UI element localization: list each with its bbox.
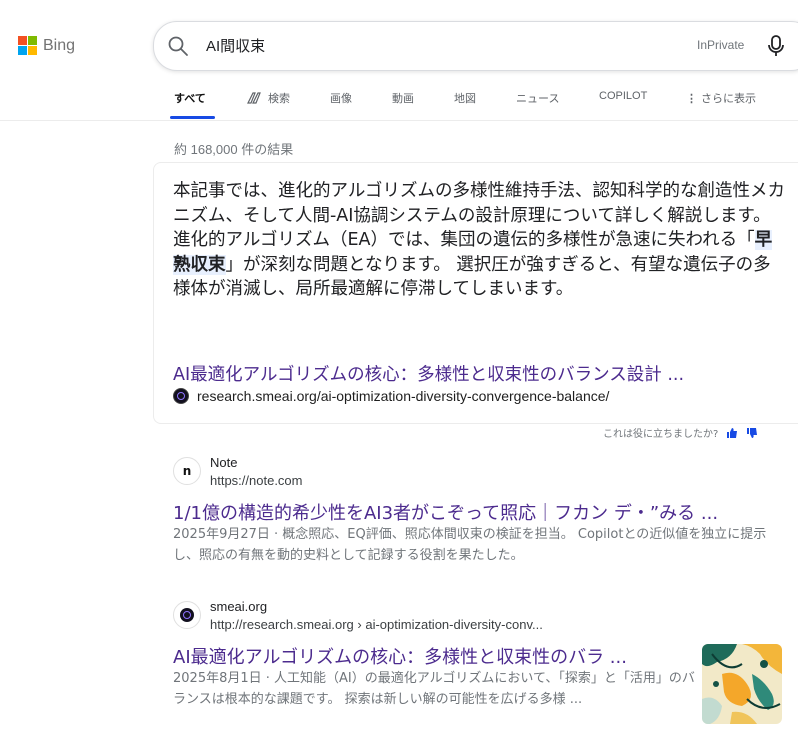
inprivate-badge: InPrivate (697, 38, 745, 52)
result-url[interactable]: http://research.smeai.org › ai-optimizat… (210, 617, 543, 632)
result-title-link[interactable]: 1/1億の構造的希少性をAI3者がこぞって照応｜フカン デ・”みる ... (173, 499, 718, 525)
search-input[interactable]: AI間収束 (206, 35, 265, 56)
feedback-row: これは役に立ちましたか? (603, 425, 758, 440)
tabs-divider (0, 120, 798, 121)
result-site-name: smeai.org (210, 599, 268, 614)
thumbs-down-icon[interactable] (746, 427, 758, 439)
tab-more[interactable]: ⋮ さらに表示 (686, 90, 756, 106)
result-url[interactable]: https://note.com (210, 473, 303, 488)
tab-all[interactable]: すべて (174, 90, 206, 106)
bing-logo[interactable]: Bing (18, 36, 75, 55)
result-snippet: 2025年9月27日 · 概念照応、EQ評価、照応体間収束の検証を担当。 Cop… (173, 527, 767, 563)
result-count: 約 168,000 件の結果 (174, 142, 294, 157)
search-box[interactable]: AI間収束 InPrivate (153, 21, 798, 71)
answer-source-link[interactable]: AI最適化アルゴリズムの核心：多様性と収束性のバランス設計 ... (173, 361, 684, 386)
tab-maps[interactable]: 地図 (454, 90, 476, 106)
tab-copilot[interactable]: COPILOT (599, 90, 647, 102)
active-tab-indicator (170, 116, 215, 119)
result-thumbnail-image[interactable] (702, 644, 782, 724)
tab-videos[interactable]: 動画 (392, 90, 414, 106)
answer-card: 本記事では、進化的アルゴリズムの多様性維持手法、認知科学的な創造性メカニズム、そ… (153, 162, 798, 424)
microphone-icon[interactable] (766, 35, 786, 57)
search-icon[interactable] (166, 34, 190, 58)
tab-images[interactable]: 画像 (330, 90, 352, 106)
thumbs-up-icon[interactable] (726, 427, 738, 439)
smeai-favicon-icon (173, 388, 189, 404)
tab-search[interactable]: 検索 (246, 90, 290, 106)
copilot-search-icon (247, 92, 261, 104)
more-vertical-icon: ⋮ (686, 92, 697, 105)
result-snippet: 2025年8月1日 · 人工知能（AI）の最適化アルゴリズムにおいて、「探索」と… (173, 671, 695, 707)
note-favicon-icon: n (173, 457, 201, 485)
bing-wordmark: Bing (43, 36, 76, 54)
answer-text: 本記事では、進化的アルゴリズムの多様性維持手法、認知科学的な創造性メカニズム、そ… (173, 181, 785, 299)
result-title-link[interactable]: AI最適化アルゴリズムの核心：多様性と収束性のバラ ... (173, 643, 627, 669)
microsoft-logo-icon (18, 36, 37, 55)
result-site-name: Note (210, 455, 238, 470)
smeai-favicon-icon (173, 601, 201, 629)
tab-news[interactable]: ニュース (516, 90, 559, 106)
answer-source-url[interactable]: research.smeai.org/ai-optimization-diver… (173, 388, 609, 404)
